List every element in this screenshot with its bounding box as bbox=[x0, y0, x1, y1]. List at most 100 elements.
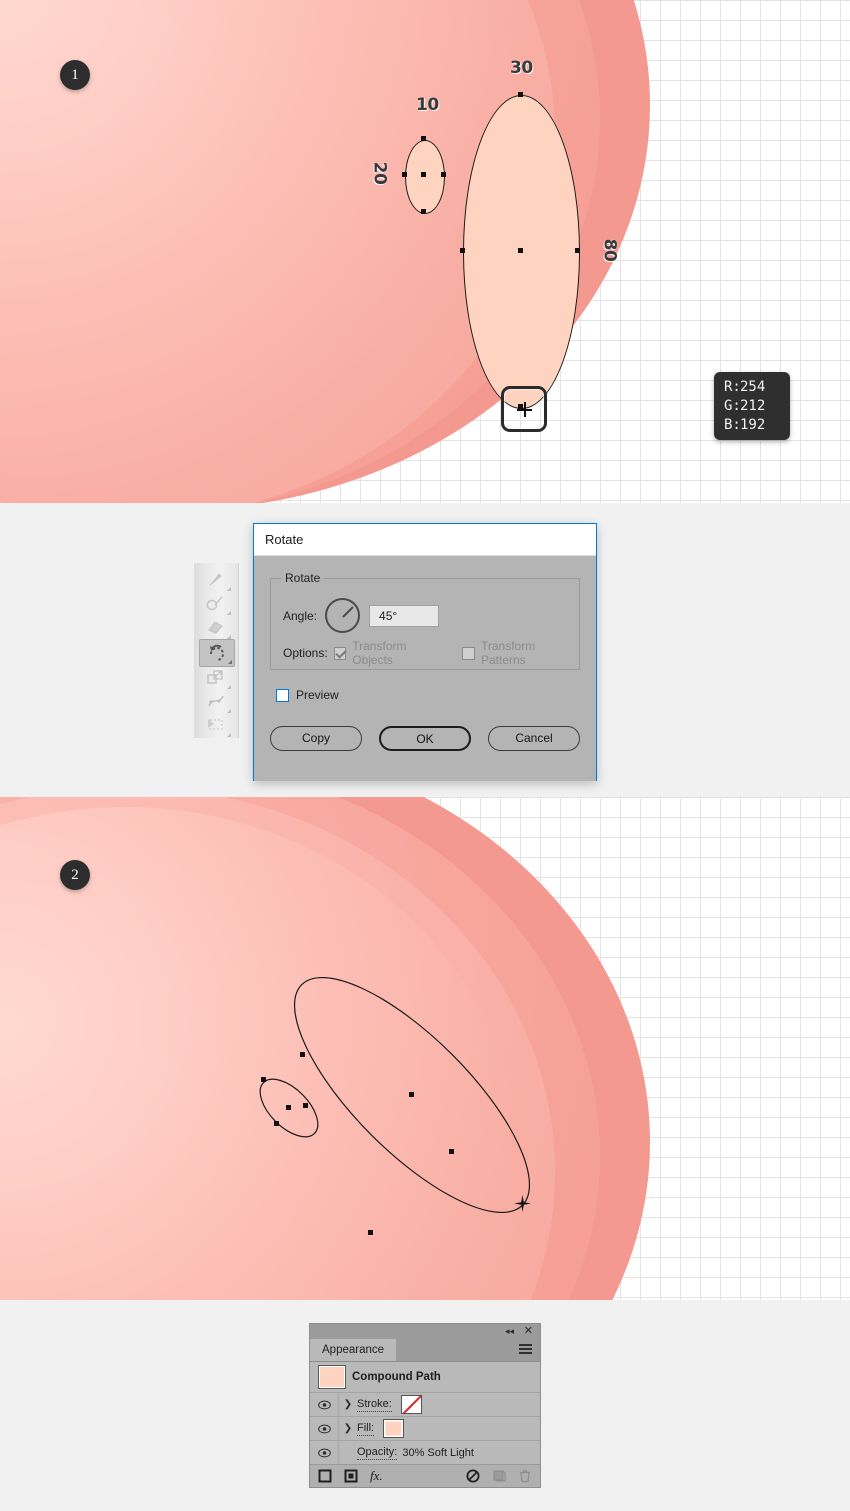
opacity-value[interactable]: 30% Soft Light bbox=[402, 1447, 474, 1459]
tool-flyout-corner-icon bbox=[228, 660, 232, 664]
rotate-icon bbox=[210, 644, 224, 661]
scale-tool[interactable] bbox=[199, 665, 233, 691]
label-large-ellipse-height: 80 bbox=[599, 238, 620, 262]
dialog-button-row: Copy OK Cancel bbox=[270, 726, 580, 751]
anchor-point-top-large[interactable] bbox=[518, 92, 523, 97]
smooth-tool[interactable] bbox=[199, 591, 233, 617]
width-warp-icon bbox=[208, 695, 224, 707]
dialog-body: Rotate Angle: 45° Options: Transform Obj… bbox=[254, 556, 596, 781]
transform-objects-checkbox[interactable] bbox=[333, 646, 347, 660]
tab-appearance[interactable]: Appearance bbox=[310, 1339, 397, 1361]
rotate-origin-marker-step-2[interactable] bbox=[514, 1195, 531, 1212]
anchor-point-tr-small-rot[interactable] bbox=[303, 1103, 308, 1108]
rotate-fieldset-legend: Rotate bbox=[281, 571, 325, 585]
eye-icon bbox=[317, 1400, 331, 1409]
anchor-point-left-small[interactable] bbox=[402, 172, 407, 177]
rotate-fieldset: Rotate Angle: 45° Options: Transform Obj… bbox=[270, 571, 580, 670]
fill-swatch[interactable] bbox=[383, 1419, 405, 1438]
readout-r-value: 254 bbox=[740, 379, 766, 395]
tool-palette-strip[interactable] bbox=[194, 563, 239, 738]
label-large-ellipse-width: 30 bbox=[510, 58, 533, 78]
anchor-point-top-small[interactable] bbox=[421, 136, 426, 141]
free-transform-icon bbox=[208, 719, 223, 730]
readout-g-value: 212 bbox=[740, 398, 766, 414]
angle-dial-needle bbox=[341, 605, 354, 618]
anchor-point-tr-large-rot[interactable] bbox=[449, 1149, 454, 1154]
preview-row: Preview bbox=[276, 688, 339, 702]
canvas-panel-step-1[interactable]: 1 10 20 30 80 R:254 G:212 B:192 bbox=[0, 0, 850, 503]
scale-icon bbox=[207, 670, 223, 684]
fill-label: Fill: bbox=[357, 1421, 375, 1436]
angle-label: Angle: bbox=[283, 608, 318, 623]
anchor-point-right-small[interactable] bbox=[441, 172, 446, 177]
cancel-button[interactable]: Cancel bbox=[488, 726, 580, 751]
anchor-point-right-large[interactable] bbox=[575, 248, 580, 253]
anchor-point-tl-large-rot[interactable] bbox=[300, 1052, 305, 1057]
fill-expand-arrow-icon[interactable]: ❯ bbox=[339, 1423, 357, 1434]
duplicate-item-icon[interactable] bbox=[492, 1469, 506, 1483]
label-small-ellipse-height: 20 bbox=[369, 161, 390, 185]
step-badge-1: 1 bbox=[60, 60, 90, 90]
rotate-tool[interactable] bbox=[199, 639, 235, 667]
readout-line-g: G:212 bbox=[724, 397, 790, 416]
rotated-ellipses-group[interactable] bbox=[0, 797, 850, 1300]
readout-line-b: B:192 bbox=[724, 416, 790, 435]
add-new-effect-icon[interactable]: fx. bbox=[370, 1468, 383, 1484]
width-tool[interactable] bbox=[199, 689, 233, 715]
object-thumbnail bbox=[318, 1365, 346, 1389]
center-point-large-ellipse bbox=[518, 248, 523, 253]
angle-row: Angle: 45° bbox=[283, 598, 440, 633]
fill-row[interactable]: ❯ Fill: bbox=[310, 1417, 540, 1441]
center-point-small-rot bbox=[286, 1105, 291, 1110]
options-row: Options: Transform Objects Transform Pat… bbox=[283, 639, 579, 667]
preview-checkbox[interactable] bbox=[276, 688, 289, 702]
label-small-ellipse-width: 10 bbox=[416, 95, 439, 115]
panel-menu-icon[interactable] bbox=[519, 1344, 532, 1355]
opacity-row[interactable]: Opacity: 30% Soft Light bbox=[310, 1441, 540, 1465]
stroke-expand-arrow-icon[interactable]: ❯ bbox=[339, 1399, 357, 1410]
center-point-small-ellipse bbox=[421, 172, 426, 177]
small-ellipse-step-1[interactable] bbox=[405, 140, 445, 214]
transform-patterns-checkbox[interactable] bbox=[462, 646, 475, 660]
anchor-point-bl-large-rot[interactable] bbox=[368, 1230, 373, 1235]
readout-b-key: B: bbox=[724, 417, 741, 433]
opacity-visibility-toggle[interactable] bbox=[310, 1441, 339, 1464]
delete-item-icon[interactable] bbox=[518, 1469, 532, 1483]
ok-button[interactable]: OK bbox=[379, 726, 471, 751]
dialog-titlebar: Rotate bbox=[254, 524, 596, 556]
center-point-large-rot bbox=[409, 1092, 414, 1097]
angle-input[interactable]: 45° bbox=[369, 604, 440, 627]
add-new-fill-icon[interactable] bbox=[344, 1469, 358, 1483]
rotate-origin-marker[interactable] bbox=[501, 386, 547, 432]
collapse-panel-icon[interactable]: ◂◂ bbox=[505, 1326, 514, 1337]
appearance-panel[interactable]: ◂◂ ✕ Appearance Compound Path ❯ Stroke: … bbox=[309, 1323, 541, 1488]
rotate-origin-star-icon bbox=[514, 1195, 531, 1212]
stroke-visibility-toggle[interactable] bbox=[310, 1393, 339, 1416]
readout-b-value: 192 bbox=[740, 417, 766, 433]
stroke-label: Stroke: bbox=[357, 1397, 392, 1412]
appearance-panel-footer: fx. bbox=[310, 1464, 540, 1487]
anchor-point-bottom-small[interactable] bbox=[421, 209, 426, 214]
anchor-point-left-large[interactable] bbox=[460, 248, 465, 253]
opacity-label[interactable]: Opacity: bbox=[357, 1446, 398, 1460]
clear-appearance-icon[interactable] bbox=[466, 1469, 480, 1483]
copy-button[interactable]: Copy bbox=[270, 726, 362, 751]
angle-dial[interactable] bbox=[325, 598, 361, 633]
stroke-swatch-none[interactable] bbox=[400, 1395, 422, 1414]
fill-visibility-toggle[interactable] bbox=[310, 1417, 339, 1440]
stroke-row[interactable]: ❯ Stroke: bbox=[310, 1393, 540, 1417]
free-transform-tool[interactable] bbox=[199, 713, 233, 739]
paintbrush-tool[interactable] bbox=[199, 567, 233, 593]
appearance-object-row[interactable]: Compound Path bbox=[310, 1362, 540, 1393]
add-new-stroke-icon[interactable] bbox=[318, 1469, 332, 1483]
rotate-dialog[interactable]: Rotate Rotate Angle: 45° Options: Transf… bbox=[253, 523, 597, 781]
close-icon[interactable]: ✕ bbox=[524, 1325, 533, 1338]
eraser-tool[interactable] bbox=[199, 615, 233, 641]
pencil-smooth-icon bbox=[206, 596, 223, 611]
paintbrush-icon bbox=[209, 573, 222, 586]
readout-r-key: R: bbox=[724, 379, 741, 395]
canvas-panel-step-2[interactable]: 2 bbox=[0, 797, 850, 1300]
anchor-point-bl-small-rot[interactable] bbox=[274, 1121, 279, 1126]
anchor-point-tl-small-rot[interactable] bbox=[261, 1077, 266, 1082]
preview-label: Preview bbox=[296, 688, 339, 702]
